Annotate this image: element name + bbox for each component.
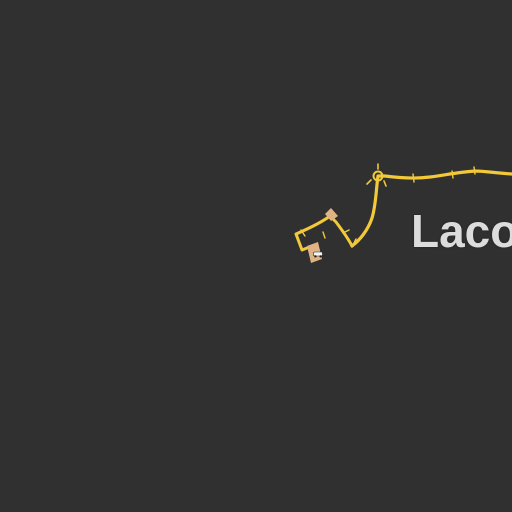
place-label: Laco — [411, 205, 512, 257]
map-canvas[interactable]: Laco — [0, 0, 512, 512]
